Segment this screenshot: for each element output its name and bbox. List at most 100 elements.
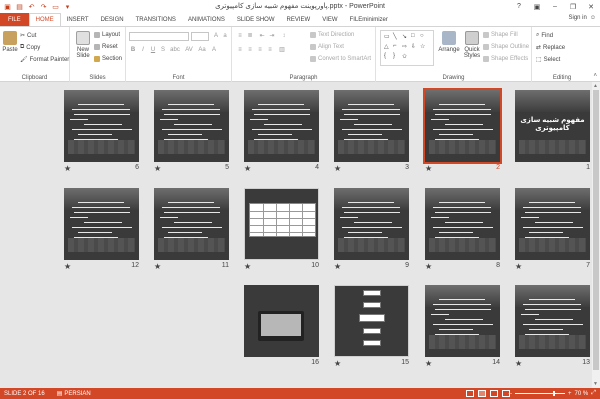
- shape-arrow-icon[interactable]: ↘: [402, 33, 407, 40]
- slide-sorter-view-icon[interactable]: [478, 390, 486, 397]
- tab-insert[interactable]: INSERT: [61, 13, 95, 26]
- arrange-button[interactable]: Arrange: [438, 31, 460, 53]
- paste-button[interactable]: Paste: [2, 31, 18, 53]
- start-from-beginning-icon[interactable]: ▭: [51, 2, 60, 11]
- copy-button[interactable]: ⧉ Copy: [20, 44, 40, 51]
- shape-bracket-icon[interactable]: ⌐: [393, 43, 397, 49]
- transition-star-icon[interactable]: ★: [334, 359, 341, 368]
- new-slide-button[interactable]: New Slide: [72, 31, 94, 59]
- font-name-box[interactable]: [129, 32, 189, 41]
- shape-oval-icon[interactable]: ○: [420, 33, 424, 39]
- shape-star-icon[interactable]: ☆: [420, 43, 425, 50]
- vertical-scrollbar[interactable]: ▲ ▼: [592, 82, 600, 388]
- shape-effects-button[interactable]: Shape Effects: [483, 56, 528, 62]
- shape-rectangle-icon[interactable]: ▭: [384, 33, 390, 40]
- decrease-indent-icon[interactable]: ⇤: [258, 32, 266, 40]
- italic-button[interactable]: I: [139, 46, 147, 54]
- tab-animations[interactable]: ANIMATIONS: [182, 13, 231, 26]
- transition-star-icon[interactable]: ★: [154, 164, 161, 173]
- shape-curly-icon[interactable]: {: [384, 53, 386, 59]
- bold-button[interactable]: B: [129, 46, 137, 54]
- sign-in[interactable]: Sign in ☺: [569, 15, 597, 21]
- shape-fill-button[interactable]: Shape Fill: [483, 32, 518, 38]
- slide-thumbnail[interactable]: ★ 6: [64, 90, 139, 173]
- collapse-ribbon-icon[interactable]: ˄: [593, 73, 597, 79]
- align-left-icon[interactable]: ≡: [236, 46, 244, 54]
- center-icon[interactable]: ≡: [246, 46, 254, 54]
- cut-button[interactable]: ✂ Cut: [20, 32, 36, 40]
- transition-star-icon[interactable]: ★: [64, 164, 71, 173]
- reset-button[interactable]: Reset: [94, 44, 118, 50]
- customize-qat-icon[interactable]: ▾: [63, 2, 72, 11]
- shape-down-arrow-icon[interactable]: ⇩: [411, 43, 416, 50]
- slide-thumbnail[interactable]: ★ 8: [425, 188, 500, 271]
- bullets-icon[interactable]: ≡: [236, 32, 244, 40]
- language-indicator[interactable]: ▤ PERSIAN: [57, 390, 91, 398]
- sign-in-label[interactable]: Sign in: [569, 15, 587, 21]
- restore-button[interactable]: ❐: [564, 0, 582, 13]
- zoom-slider[interactable]: [514, 391, 565, 396]
- transition-star-icon[interactable]: ★: [154, 262, 161, 271]
- slide-thumbnail[interactable]: ★ 13: [515, 285, 590, 368]
- smiley-icon[interactable]: ☺: [590, 15, 596, 21]
- font-color-button[interactable]: A: [210, 46, 218, 54]
- slide-thumbnail[interactable]: ★ 14: [425, 285, 500, 368]
- tab-home[interactable]: HOME: [28, 13, 61, 26]
- minimize-button[interactable]: –: [546, 0, 564, 13]
- text-direction-button[interactable]: Text Direction: [310, 32, 354, 38]
- shape-star5-icon[interactable]: ✩: [402, 53, 407, 60]
- shrink-font-icon[interactable]: a: [221, 32, 229, 40]
- zoom-out-icon[interactable]: –: [509, 391, 512, 397]
- save-icon[interactable]: ▤: [15, 2, 24, 11]
- shape-brace-icon[interactable]: }: [393, 53, 395, 59]
- quick-styles-button[interactable]: Quick Styles: [462, 31, 482, 59]
- slide-thumbnail[interactable]: ★ 5: [154, 90, 229, 173]
- change-case-button[interactable]: Aa: [197, 46, 207, 54]
- slide-thumbnail[interactable]: ★ 3: [334, 90, 409, 173]
- justify-icon[interactable]: ≡: [266, 46, 274, 54]
- shape-line-icon[interactable]: ╲: [393, 33, 397, 40]
- transition-star-icon[interactable]: ★: [425, 359, 432, 368]
- slide-thumbnail[interactable]: ★ 10: [244, 188, 319, 271]
- line-spacing-icon[interactable]: ↕: [280, 32, 288, 40]
- slide-thumbnail[interactable]: مفهوم شبیه سازی کامپیوتری 1: [515, 90, 590, 171]
- zoom-in-icon[interactable]: +: [568, 391, 572, 397]
- convert-smartart-button[interactable]: Convert to SmartArt: [310, 56, 371, 62]
- zoom-level[interactable]: 70 %: [575, 391, 589, 397]
- redo-icon[interactable]: ↷: [39, 2, 48, 11]
- transition-star-icon[interactable]: ★: [244, 262, 251, 271]
- grow-font-icon[interactable]: A: [212, 32, 220, 40]
- align-right-icon[interactable]: ≡: [256, 46, 264, 54]
- select-button[interactable]: ⬚ Select: [536, 56, 560, 64]
- character-spacing-button[interactable]: AV: [184, 46, 194, 54]
- shape-outline-button[interactable]: Shape Outline: [483, 44, 529, 50]
- close-button[interactable]: ✕: [582, 0, 600, 13]
- format-painter-button[interactable]: 🖌 Format Painter: [20, 56, 69, 64]
- transition-star-icon[interactable]: ★: [425, 262, 432, 271]
- transition-star-icon[interactable]: ★: [515, 359, 522, 368]
- shadow-button[interactable]: S: [159, 46, 167, 54]
- slide-thumbnail[interactable]: ★ 7: [515, 188, 590, 271]
- font-size-box[interactable]: [191, 32, 209, 41]
- transition-star-icon[interactable]: ★: [244, 164, 251, 173]
- slide-thumbnail[interactable]: ★ 2: [423, 88, 502, 173]
- tab-file[interactable]: FILE: [0, 13, 29, 26]
- slide-thumbnail[interactable]: 16: [244, 285, 319, 366]
- fit-to-window-icon[interactable]: ⤢: [591, 390, 596, 397]
- slide-thumbnail[interactable]: ★ 15: [334, 285, 409, 368]
- strikethrough-button[interactable]: abc: [169, 46, 181, 54]
- shape-square-icon[interactable]: □: [411, 33, 415, 39]
- increase-indent-icon[interactable]: ⇥: [268, 32, 276, 40]
- shape-triangle-icon[interactable]: △: [384, 43, 389, 50]
- tab-view[interactable]: VIEW: [316, 13, 343, 26]
- transition-star-icon[interactable]: ★: [334, 164, 341, 173]
- underline-button[interactable]: U: [149, 46, 157, 54]
- tab-fileminimizer[interactable]: FILEminimizer: [344, 13, 394, 26]
- help-button[interactable]: ?: [510, 0, 528, 13]
- zoom-slider-knob[interactable]: [552, 391, 555, 396]
- layout-button[interactable]: Layout: [94, 32, 120, 38]
- align-text-button[interactable]: Align Text: [310, 44, 344, 50]
- columns-icon[interactable]: ▥: [278, 46, 286, 54]
- replace-button[interactable]: ⇄ Replace: [536, 44, 565, 52]
- numbering-icon[interactable]: ≣: [246, 32, 254, 40]
